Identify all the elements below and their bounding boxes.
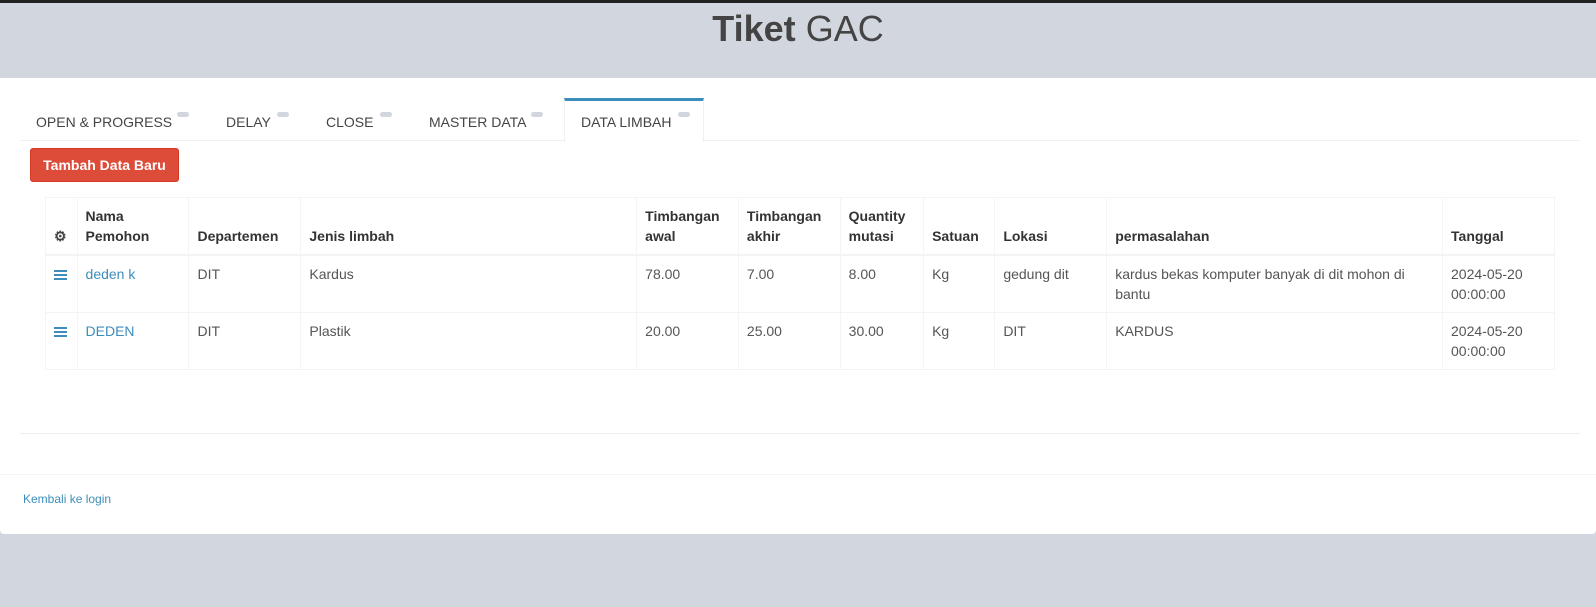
awal-cell: 78.00 (636, 254, 739, 313)
footer-divider (0, 474, 1596, 475)
akhir-cell: 7.00 (737, 254, 841, 313)
tab-delay[interactable]: DELAY (210, 98, 305, 141)
page-title: Tiket GAC (0, 8, 1596, 50)
nama-link[interactable]: deden k (86, 266, 136, 282)
table-row: deden k DIT Kardus 78.00 7.00 8.00 Kg ge… (45, 254, 1555, 313)
lokasi-cell: gedung dit (994, 254, 1108, 313)
tab-badge (380, 112, 392, 117)
nama-cell: DEDEN (76, 312, 190, 370)
departemen-header: Departemen (188, 197, 302, 256)
table-row: DEDEN DIT Plastik 20.00 25.00 30.00 Kg D… (45, 312, 1555, 370)
tab-open-progress[interactable]: OPEN & PROGRESS (20, 98, 205, 141)
permasalahan-cell: kardus bekas komputer banyak di dit moho… (1106, 254, 1444, 313)
gear-icon[interactable]: ⚙ (54, 226, 67, 246)
satuan-header: Satuan (923, 197, 996, 256)
akhir-header: Timbangan akhir (737, 197, 841, 256)
tanggal-header: Tanggal (1442, 197, 1555, 256)
content-divider (20, 433, 1580, 434)
jenis-cell: Plastik (300, 312, 638, 370)
top-border (0, 0, 1596, 3)
departemen-cell: DIT (188, 254, 302, 313)
main-card: OPEN & PROGRESS DELAY CLOSE MASTER DATA … (0, 78, 1596, 534)
nama-link[interactable]: DEDEN (86, 323, 135, 339)
tab-label: MASTER DATA (429, 114, 527, 130)
tab-badge (678, 112, 690, 117)
satuan-cell: Kg (923, 312, 996, 370)
tab-master-data[interactable]: MASTER DATA (413, 98, 553, 141)
nama-cell: deden k (76, 254, 190, 313)
tab-data-limbah[interactable]: DATA LIMBAH (564, 98, 704, 142)
back-to-login-link[interactable]: Kembali ke login (23, 492, 111, 506)
tanggal-cell: 2024-05-20 00:00:00 (1442, 312, 1555, 370)
add-data-button[interactable]: Tambah Data Baru (30, 148, 179, 182)
jenis-header: Jenis limbah (300, 197, 638, 256)
page-title-light: GAC (805, 8, 884, 49)
table-header-row: ⚙ Nama Pemohon Departemen Jenis limbah T… (45, 197, 1555, 256)
departemen-cell: DIT (188, 312, 302, 370)
quantity-header: Quantity mutasi (839, 197, 925, 256)
jenis-cell: Kardus (300, 254, 638, 313)
permasalahan-cell: KARDUS (1106, 312, 1444, 370)
tab-badge (531, 112, 543, 117)
hamburger-menu-icon[interactable] (54, 327, 67, 338)
quantity-cell: 30.00 (839, 312, 925, 370)
tab-bar: OPEN & PROGRESS DELAY CLOSE MASTER DATA … (20, 98, 1580, 142)
permasalahan-header: permasalahan (1106, 197, 1444, 256)
tanggal-cell: 2024-05-20 00:00:00 (1442, 254, 1555, 313)
satuan-cell: Kg (923, 254, 996, 313)
awal-header: Timbangan awal (636, 197, 739, 256)
page-title-bold: Tiket (712, 8, 796, 49)
lokasi-cell: DIT (994, 312, 1108, 370)
awal-cell: 20.00 (636, 312, 739, 370)
tab-label: CLOSE (326, 114, 374, 130)
nama-header: Nama Pemohon (76, 197, 190, 256)
actions-header: ⚙ (45, 197, 78, 256)
akhir-cell: 25.00 (737, 312, 841, 370)
tab-label: DELAY (226, 114, 271, 130)
tab-badge (177, 112, 189, 117)
tab-badge (277, 112, 289, 117)
tab-label: OPEN & PROGRESS (36, 114, 173, 130)
quantity-cell: 8.00 (839, 254, 925, 313)
tab-close[interactable]: CLOSE (310, 98, 405, 141)
row-menu-cell (45, 254, 78, 313)
lokasi-header: Lokasi (994, 197, 1108, 256)
row-menu-cell (45, 312, 78, 370)
tab-label: DATA LIMBAH (581, 114, 672, 130)
hamburger-menu-icon[interactable] (54, 270, 67, 281)
limbah-table: ⚙ Nama Pemohon Departemen Jenis limbah T… (45, 197, 1555, 370)
